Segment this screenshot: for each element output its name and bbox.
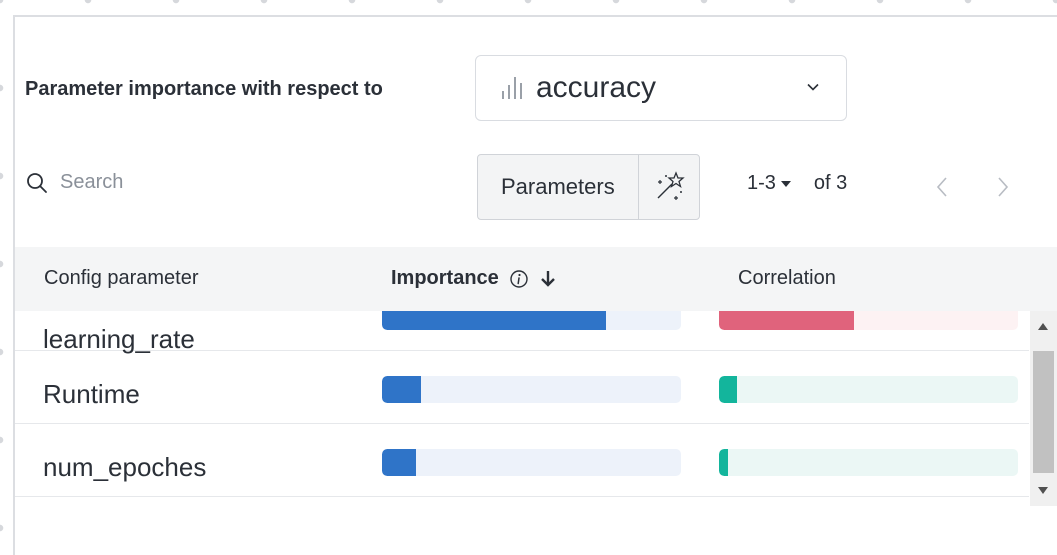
- correlation-bar-fill: [719, 376, 737, 403]
- correlation-bar-fill: [719, 311, 854, 330]
- page-range-dropdown[interactable]: 1-3: [747, 172, 792, 195]
- correlation-bar-fill: [719, 449, 728, 476]
- chevron-left-icon[interactable]: [932, 174, 952, 200]
- search-icon: [27, 172, 47, 193]
- magic-wand-button[interactable]: [639, 155, 699, 219]
- scroll-up-arrow[interactable]: [1038, 323, 1048, 330]
- importance-bar-fill: [382, 449, 417, 476]
- column-header-importance-label: Importance: [391, 267, 499, 289]
- importance-bar: [382, 449, 681, 476]
- panel-title: Parameter importance with respect to: [25, 77, 383, 100]
- column-header-importance[interactable]: Importance: [391, 267, 557, 290]
- table-header: Config parameter Importance Correlation: [15, 247, 1057, 311]
- search-input[interactable]: [58, 170, 262, 195]
- importance-bar-fill: [382, 376, 421, 403]
- table-row[interactable]: learning_rate: [15, 311, 1029, 354]
- importance-bar: [382, 376, 681, 403]
- metric-dropdown[interactable]: accuracy: [475, 55, 847, 121]
- vertical-scrollbar[interactable]: [1030, 311, 1057, 506]
- importance-bar: [382, 311, 681, 330]
- table-row[interactable]: num_epoches: [15, 424, 1029, 497]
- row-parameter-name: num_epoches: [43, 452, 207, 482]
- search-box[interactable]: [26, 170, 262, 195]
- importance-bar-fill: [382, 311, 607, 330]
- column-header-config-parameter[interactable]: Config parameter: [44, 267, 199, 290]
- correlation-bar: [719, 376, 1018, 403]
- magic-wand-icon: [657, 171, 685, 200]
- scroll-down-arrow[interactable]: [1038, 487, 1048, 494]
- sort-descending-icon[interactable]: [539, 269, 557, 289]
- table-row[interactable]: Runtime: [15, 351, 1029, 424]
- page-range-label: 1-3: [747, 172, 776, 194]
- parameters-button-group: Parameters: [477, 154, 700, 220]
- correlation-bar: [719, 449, 1018, 476]
- column-header-correlation[interactable]: Correlation: [738, 267, 836, 290]
- info-icon[interactable]: [509, 269, 529, 289]
- row-parameter-name: Runtime: [43, 379, 140, 409]
- bar-chart-icon: [502, 77, 522, 99]
- pagination: 1-3 of 3: [747, 172, 847, 195]
- table-body: learning_rate Runtime num_epoches: [15, 311, 1029, 511]
- chevron-down-icon: [807, 83, 819, 91]
- scroll-thumb[interactable]: [1033, 351, 1054, 473]
- chevron-right-icon[interactable]: [993, 174, 1013, 200]
- page-total-label: of 3: [813, 172, 848, 194]
- parameters-button[interactable]: Parameters: [478, 155, 639, 219]
- caret-down-icon: [780, 180, 791, 187]
- correlation-bar: [719, 311, 1018, 330]
- metric-dropdown-value: accuracy: [536, 71, 657, 104]
- panel-header: Parameter importance with respect to: [25, 55, 399, 123]
